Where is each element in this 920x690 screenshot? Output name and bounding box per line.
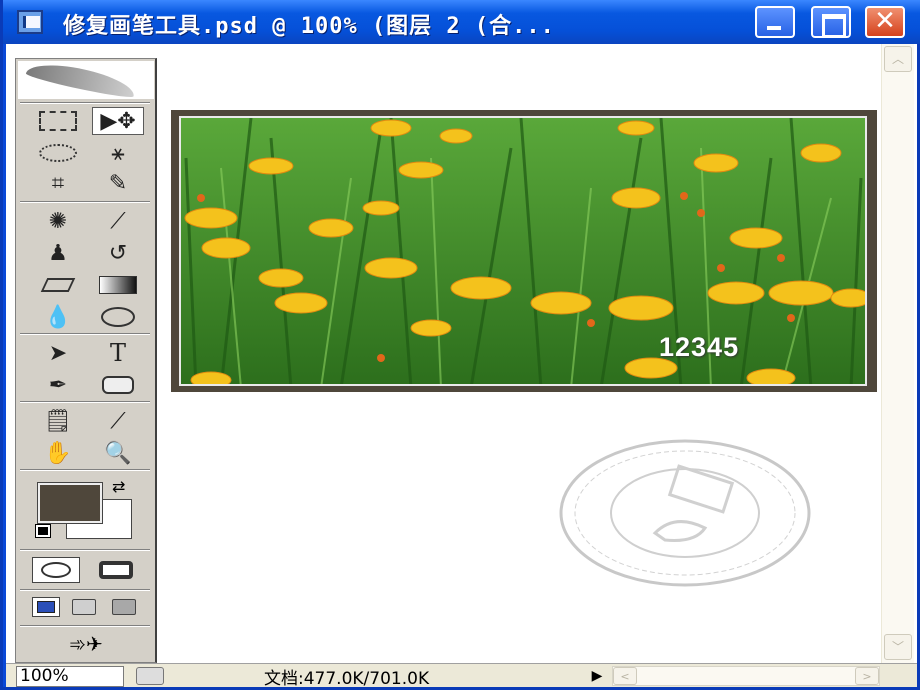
hand-tool[interactable]: ✋	[32, 439, 84, 467]
type-tool[interactable]: T	[92, 339, 144, 367]
swap-colors-icon[interactable]: ⇄	[112, 477, 125, 496]
seal-stamp	[555, 438, 817, 588]
eraser-tool[interactable]	[32, 271, 84, 299]
healing-brush-tool[interactable]: ✺	[32, 207, 84, 235]
minimize-button[interactable]	[755, 6, 795, 38]
feather-icon[interactable]	[18, 61, 154, 99]
blur-tool[interactable]: 💧	[32, 303, 84, 331]
title-bar[interactable]: 修复画笔工具.psd @ 100% (图层 2 (合... ✕	[3, 0, 920, 44]
status-info-icon[interactable]	[136, 667, 164, 685]
screen-mode-menu-button[interactable]	[72, 599, 96, 615]
brush-icon: ⟋	[110, 208, 126, 234]
screen-mode-standard-button[interactable]	[32, 597, 60, 617]
photo-watermark-text: 12345	[659, 332, 740, 362]
notes-icon: 🗒	[44, 408, 72, 434]
history-brush-tool[interactable]: ↺	[92, 239, 144, 267]
quickmask-mode-button[interactable]	[92, 557, 140, 583]
toolbox-divider	[20, 401, 150, 403]
move-tool[interactable]: ▶✥	[92, 107, 144, 135]
default-colors-icon[interactable]	[35, 524, 51, 538]
toolbox-divider	[20, 201, 150, 203]
pen-tool[interactable]: ✒	[32, 371, 84, 399]
app-window: 修复画笔工具.psd @ 100% (图层 2 (合... ✕ 12345 ▶✥…	[0, 0, 920, 690]
jump-to-imageready-icon: ➾✈	[69, 632, 103, 656]
zoom-icon: 🔍	[104, 440, 132, 466]
clone-stamp-tool[interactable]: ♟	[32, 239, 84, 267]
pen-icon: ✒	[48, 372, 68, 398]
notes-tool[interactable]: 🗒	[32, 407, 84, 435]
shape-icon	[102, 376, 134, 394]
toolbox-divider	[20, 589, 150, 591]
lasso-icon	[39, 144, 77, 162]
magic-wand-icon: ⚹	[111, 140, 125, 166]
toolbox-divider	[20, 333, 150, 335]
jump-to-imageready-button[interactable]: ➾✈	[34, 631, 138, 657]
scroll-down-arrow[interactable]: ﹀	[884, 634, 912, 660]
close-icon: ✕	[874, 6, 896, 36]
foreground-color-swatch[interactable]	[37, 482, 103, 524]
eraser-icon	[40, 278, 76, 292]
slice-icon: ✎	[108, 170, 128, 196]
status-menu-arrow[interactable]: ▶	[586, 666, 608, 686]
screen-mode-full-button[interactable]	[112, 599, 136, 615]
maximize-button[interactable]	[811, 6, 851, 38]
dodge-tool[interactable]	[92, 303, 144, 331]
image-layer[interactable]: 12345	[171, 110, 877, 392]
status-bar: 100% 文档:477.0K/701.0K ▶ < >	[6, 663, 917, 689]
brush-tool[interactable]: ⟋	[92, 207, 144, 235]
shape-tool[interactable]	[92, 371, 144, 399]
scroll-right-arrow[interactable]: >	[855, 667, 879, 685]
path-select-tool[interactable]: ➤	[32, 339, 84, 367]
scroll-up-arrow[interactable]: ︿	[884, 46, 912, 72]
quickmask-mode-icon	[99, 561, 133, 579]
toolbox-divider	[20, 625, 150, 627]
toolbox-panel: ▶✥ ⚹ ⌗ ✎ ✺ ⟋ ♟ ↺ 💧 ➤ T ✒ 🗒 ⟋ ✋ 🔍 ⇄ ➾✈	[15, 58, 157, 663]
screen-mode-icon	[37, 601, 55, 613]
hand-icon: ✋	[44, 440, 72, 466]
lily-field-image	[181, 118, 865, 384]
crop-icon: ⌗	[51, 170, 65, 196]
gradient-tool[interactable]	[92, 271, 144, 299]
type-icon: T	[109, 339, 126, 367]
move-icon: ▶✥	[100, 108, 136, 134]
magic-wand-tool[interactable]: ⚹	[92, 139, 144, 167]
eyedropper-icon: ⟋	[110, 408, 126, 434]
window-title: 修复画笔工具.psd @ 100% (图层 2 (合...	[63, 14, 555, 39]
close-button[interactable]: ✕	[865, 6, 905, 38]
toolbox-divider	[20, 469, 150, 471]
flower-photo: 12345	[179, 116, 867, 386]
scroll-left-arrow[interactable]: <	[613, 667, 637, 685]
standard-mode-button[interactable]	[32, 557, 80, 583]
crop-tool[interactable]: ⌗	[32, 169, 84, 197]
lasso-tool[interactable]	[32, 139, 84, 167]
clone-stamp-icon: ♟	[48, 240, 68, 266]
gradient-icon	[99, 276, 137, 294]
marquee-icon	[39, 111, 77, 131]
blur-icon: 💧	[44, 304, 72, 330]
horizontal-scrollbar[interactable]: < >	[612, 666, 880, 686]
vertical-scrollbar[interactable]: ︿ ﹀	[881, 44, 914, 663]
toolbox-divider	[20, 102, 150, 104]
healing-brush-icon: ✺	[48, 208, 68, 234]
toolbox-divider	[20, 549, 150, 551]
standard-mode-icon	[41, 562, 71, 578]
zoom-tool[interactable]: 🔍	[92, 439, 144, 467]
app-icon[interactable]	[17, 10, 43, 34]
document-size: 文档:477.0K/701.0K	[264, 669, 430, 689]
eyedropper-tool[interactable]: ⟋	[92, 407, 144, 435]
marquee-tool[interactable]	[32, 107, 84, 135]
path-select-icon: ➤	[48, 340, 68, 366]
zoom-level-field[interactable]: 100%	[16, 666, 124, 687]
dodge-icon	[101, 307, 135, 327]
slice-tool[interactable]: ✎	[92, 169, 144, 197]
history-brush-icon: ↺	[108, 240, 128, 266]
